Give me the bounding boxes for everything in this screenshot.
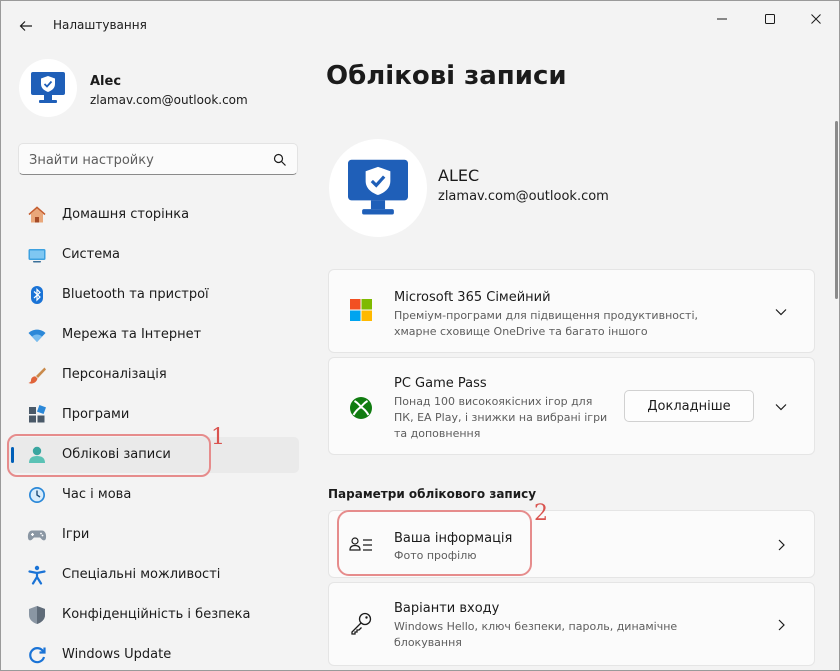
sidebar-item-label: Конфіденційність і безпека xyxy=(62,607,251,622)
monitor-shield-icon xyxy=(31,72,65,103)
search-icon[interactable] xyxy=(273,153,287,167)
card-description: Windows Hello, ключ безпеки, пароль, дин… xyxy=(394,620,678,633)
sidebar-profile-name: Alec xyxy=(90,74,122,89)
sidebar-item-label: Ігри xyxy=(62,527,90,542)
annotation-number-2: 2 xyxy=(534,501,548,526)
account-name: ALEC xyxy=(438,166,480,185)
sidebar-item-label: Час і мова xyxy=(62,487,132,502)
sidebar-item-label: Спеціальні можливості xyxy=(62,567,221,582)
sidebar-item-network[interactable]: Мережа та Інтернет xyxy=(9,317,299,353)
bluetooth-icon xyxy=(31,286,43,304)
scrollbar-thumb[interactable] xyxy=(835,121,838,299)
monitor-shield-icon xyxy=(348,159,408,215)
sidebar-item-label: Домашня сторінка xyxy=(62,207,190,222)
apps-icon xyxy=(29,405,46,423)
accounts-icon xyxy=(29,446,45,463)
sidebar-item-gaming[interactable]: Ігри xyxy=(9,517,299,553)
your-info-card[interactable]: Ваша інформація Фото профілю xyxy=(328,510,815,578)
sidebar-item-label: Windows Update xyxy=(62,647,172,662)
minimize-icon xyxy=(717,18,727,20)
sidebar-item-apps[interactable]: Програми xyxy=(9,397,299,433)
sidebar-profile-email: zlamav.com@outlook.com xyxy=(90,93,248,107)
gamepad-icon xyxy=(27,530,47,541)
update-icon xyxy=(29,647,46,664)
sidebar-item-windows-update[interactable]: Windows Update xyxy=(9,637,299,670)
sidebar-nav: Домашня сторінка Система Bluetooth та пр… xyxy=(9,197,299,670)
card-description: та доповнення xyxy=(394,427,481,440)
annotation-number-1: 1 xyxy=(211,425,225,450)
shield-icon xyxy=(29,606,45,624)
chevron-right-icon[interactable] xyxy=(774,618,788,632)
minimize-button[interactable] xyxy=(699,5,745,33)
sidebar-item-label: Bluetooth та пристрої xyxy=(62,287,209,302)
sidebar-item-label: Персоналізація xyxy=(62,367,167,382)
key-icon xyxy=(351,612,372,635)
sidebar-item-label: Мережа та Інтернет xyxy=(62,327,202,342)
card-title: PC Game Pass xyxy=(394,376,487,391)
back-arrow-icon xyxy=(19,21,32,31)
search-input[interactable] xyxy=(29,150,259,170)
sidebar-item-personalization[interactable]: Персоналізація xyxy=(9,357,299,393)
sidebar-avatar[interactable] xyxy=(19,59,77,117)
card-description: блокування xyxy=(394,636,462,649)
sidebar-item-time-language[interactable]: Час і мова xyxy=(9,477,299,513)
card-title: Microsoft 365 Сімейний xyxy=(394,290,551,305)
sidebar-item-label: Система xyxy=(62,247,121,262)
card-description: ПК, EA Play, і знижки на вибрані ігри xyxy=(394,411,608,424)
maximize-icon xyxy=(765,14,775,24)
back-button[interactable] xyxy=(11,11,41,41)
card-description: Преміум-програми для підвищення продукти… xyxy=(394,309,698,322)
sidebar-item-privacy[interactable]: Конфіденційність і безпека xyxy=(9,597,299,633)
card-description: хмарне сховище OneDrive та багато іншого xyxy=(394,325,648,338)
chevron-down-icon[interactable] xyxy=(774,400,788,414)
sign-in-options-card[interactable]: Варіанти входу Windows Hello, ключ безпе… xyxy=(328,582,815,666)
account-avatar[interactable] xyxy=(329,139,427,237)
microsoft-365-card[interactable]: Microsoft 365 Сімейний Преміум-програми … xyxy=(328,269,815,353)
close-button[interactable] xyxy=(793,5,839,33)
sidebar-item-home[interactable]: Домашня сторінка xyxy=(9,197,299,233)
wifi-icon xyxy=(28,329,46,342)
sidebar-item-bluetooth[interactable]: Bluetooth та пристрої xyxy=(9,277,299,313)
sidebar-item-label: Програми xyxy=(62,407,130,422)
settings-window: Налаштування Alec zlamav.com@outlook.com xyxy=(0,0,840,671)
chevron-right-icon[interactable] xyxy=(774,538,788,552)
sidebar-item-system[interactable]: Система xyxy=(9,237,299,273)
account-email: zlamav.com@outlook.com xyxy=(438,189,609,204)
xbox-icon xyxy=(350,397,372,419)
card-description: Фото профілю xyxy=(394,549,477,562)
card-title: Варіанти входу xyxy=(394,601,500,616)
card-title: Ваша інформація xyxy=(394,531,513,546)
learn-more-button[interactable]: Докладніше xyxy=(624,390,754,422)
home-icon xyxy=(28,206,46,223)
sidebar-item-label: Облікові записи xyxy=(62,447,171,462)
active-indicator xyxy=(11,447,14,463)
sidebar-item-accounts[interactable]: Облікові записи xyxy=(9,437,299,473)
maximize-button[interactable] xyxy=(747,5,793,33)
accessibility-icon xyxy=(28,565,46,585)
chevron-down-icon[interactable] xyxy=(774,305,788,319)
clock-icon xyxy=(29,487,45,503)
app-title: Налаштування xyxy=(53,18,147,32)
system-icon xyxy=(28,249,46,263)
microsoft-365-icon xyxy=(350,299,372,321)
close-icon xyxy=(811,14,821,24)
person-list-icon xyxy=(349,537,372,551)
brush-icon xyxy=(28,367,46,384)
title-bar: Налаштування xyxy=(1,1,839,49)
pc-game-pass-card[interactable]: PC Game Pass Понад 100 високоякісних іго… xyxy=(328,357,815,455)
page-title: Облікові записи xyxy=(326,61,567,91)
section-heading: Параметри облікового запису xyxy=(328,487,537,501)
sidebar-item-accessibility[interactable]: Спеціальні можливості xyxy=(9,557,299,593)
search-box[interactable] xyxy=(18,143,298,175)
card-description: Понад 100 високоякісних ігор для xyxy=(394,395,593,408)
